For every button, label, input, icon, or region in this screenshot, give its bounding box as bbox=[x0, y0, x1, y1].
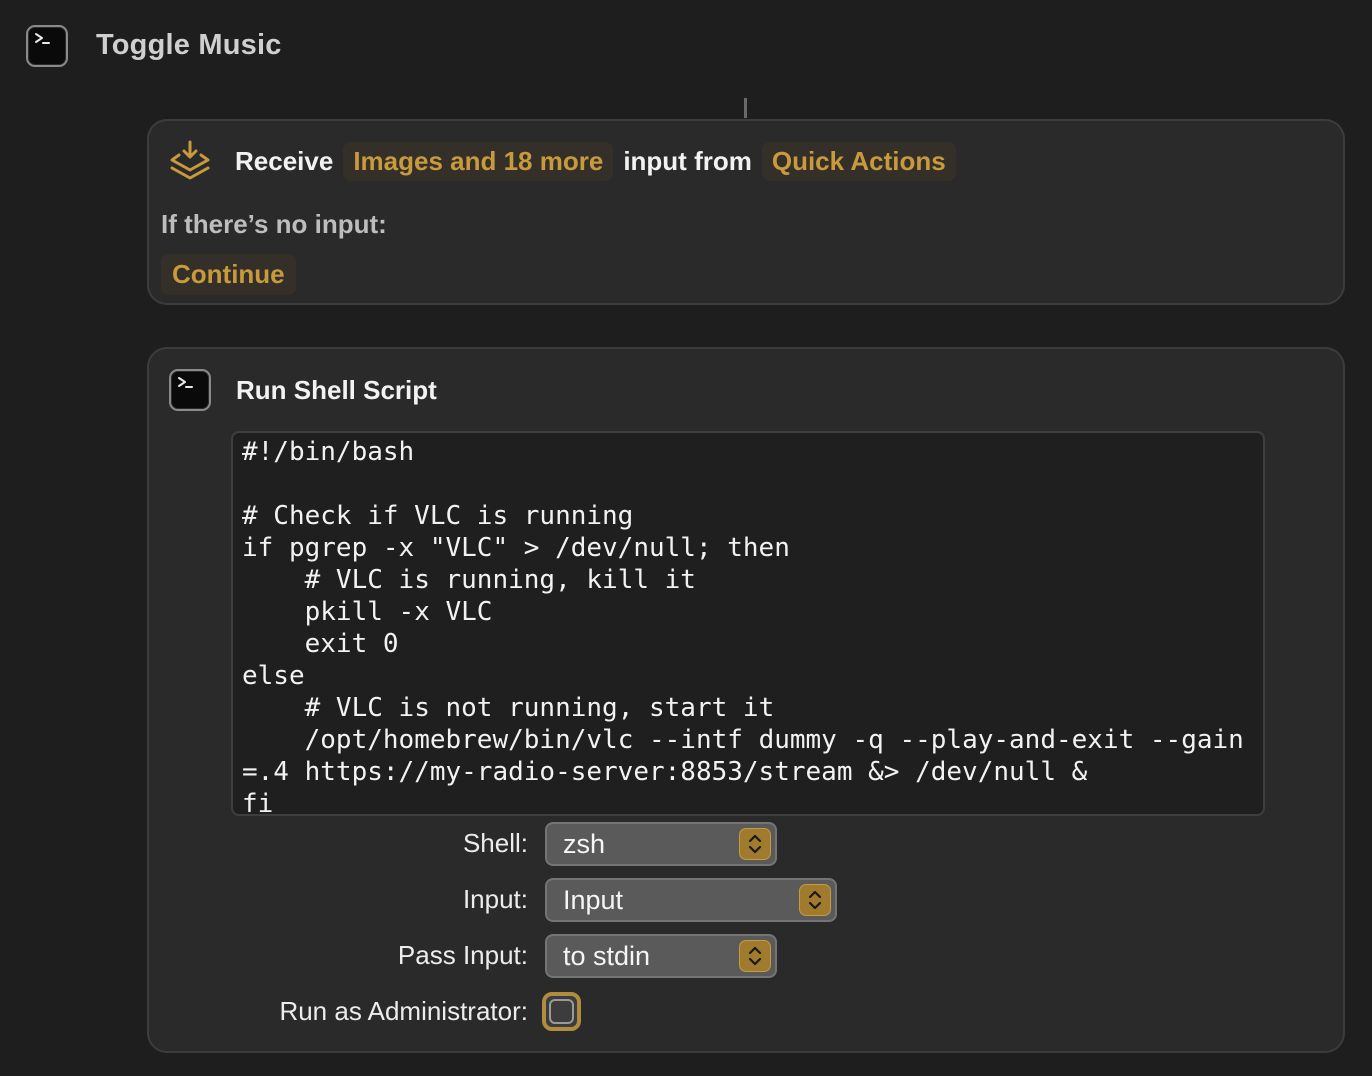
pass-input-popup-value: to stdin bbox=[563, 941, 651, 971]
input-popup-value: Input bbox=[563, 885, 624, 915]
shell-popup-stepper bbox=[739, 828, 771, 860]
pass-input-popup[interactable]: to stdin bbox=[545, 934, 777, 978]
action-connector bbox=[744, 98, 747, 118]
input-types-token[interactable]: Images and 18 more bbox=[343, 141, 614, 181]
up-down-chevron-icon bbox=[808, 890, 822, 910]
receive-input-action[interactable]: Receive Images and 18 more input from Qu… bbox=[147, 119, 1345, 305]
run-shell-script-action[interactable]: Run Shell Script #!/bin/bash # Check if … bbox=[147, 347, 1345, 1053]
terminal-icon bbox=[178, 377, 193, 388]
receive-verb: Receive bbox=[235, 145, 334, 176]
input-from-text: input from bbox=[623, 145, 752, 176]
shell-label: Shell: bbox=[462, 828, 528, 858]
script-text[interactable]: #!/bin/bash # Check if VLC is running if… bbox=[242, 436, 1253, 814]
terminal-icon bbox=[35, 33, 50, 44]
input-popup[interactable]: Input bbox=[545, 878, 837, 922]
run-as-admin-checkbox[interactable] bbox=[542, 992, 581, 1031]
shell-popup-value: zsh bbox=[563, 829, 606, 859]
pass-input-popup-stepper bbox=[739, 940, 771, 972]
shell-popup[interactable]: zsh bbox=[545, 822, 777, 866]
input-label: Input: bbox=[462, 884, 528, 914]
up-down-chevron-icon bbox=[748, 834, 762, 854]
window-title-icon bbox=[26, 25, 68, 67]
shell-action-title: Run Shell Script bbox=[236, 375, 437, 405]
script-editor[interactable]: #!/bin/bash # Check if VLC is running if… bbox=[231, 431, 1265, 816]
up-down-chevron-icon bbox=[748, 946, 762, 966]
receive-input-icon bbox=[170, 140, 210, 180]
run-as-admin-label: Run as Administrator: bbox=[279, 996, 528, 1026]
input-source-token[interactable]: Quick Actions bbox=[761, 141, 956, 181]
no-input-continue-token[interactable]: Continue bbox=[161, 254, 296, 295]
receive-row: Receive Images and 18 more input from Qu… bbox=[169, 139, 966, 183]
pass-input-label: Pass Input: bbox=[397, 940, 528, 970]
shell-action-icon bbox=[169, 369, 211, 411]
no-input-label: If there’s no input: bbox=[161, 209, 387, 239]
window-title: Toggle Music bbox=[96, 29, 282, 61]
input-popup-stepper bbox=[799, 884, 831, 916]
